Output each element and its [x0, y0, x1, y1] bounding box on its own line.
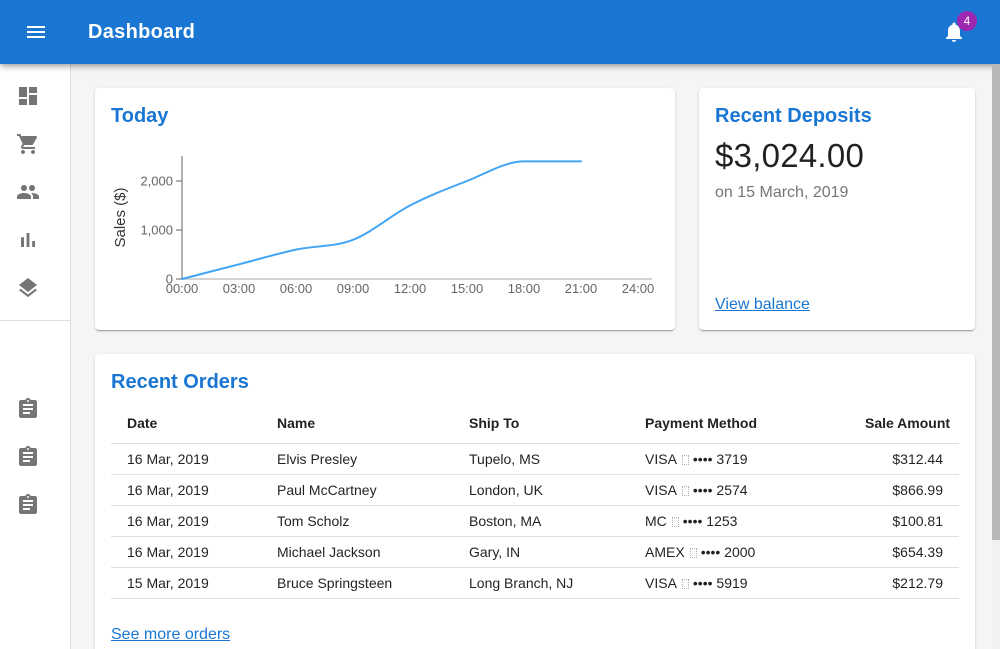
order-name: Michael Jackson [261, 537, 453, 568]
missing-glyph-box [690, 548, 697, 558]
menu-icon [24, 20, 48, 44]
sidebar-item-people[interactable] [0, 168, 70, 216]
view-balance-link[interactable]: View balance [715, 296, 810, 313]
sidebar-subheader-space [0, 321, 70, 377]
svg-text:09:00: 09:00 [337, 281, 370, 296]
sales-line-series [182, 161, 581, 279]
order-amount: $654.39 [849, 537, 959, 568]
table-row: 16 Mar, 2019 Elvis Presley Tupelo, MS VI… [111, 444, 959, 475]
table-row: 16 Mar, 2019 Michael Jackson Gary, IN AM… [111, 537, 959, 568]
svg-text:24:00: 24:00 [622, 281, 655, 296]
column-header-sale-amount: Sale Amount [849, 400, 959, 444]
svg-text:18:00: 18:00 [508, 281, 541, 296]
svg-text:00:00: 00:00 [166, 281, 199, 296]
table-row: 16 Mar, 2019 Paul McCartney London, UK V… [111, 475, 959, 506]
recent-orders-card: Recent Orders Date Name Ship To Payment … [95, 354, 975, 649]
svg-text:21:00: 21:00 [565, 281, 598, 296]
order-name: Paul McCartney [261, 475, 453, 506]
order-ship-to: Long Branch, NJ [453, 568, 629, 599]
svg-text:15:00: 15:00 [451, 281, 484, 296]
vertical-scrollbar-track [992, 64, 1000, 649]
order-payment: MC•••• 1253 [629, 506, 849, 537]
order-amount: $212.79 [849, 568, 959, 599]
order-ship-to: Tupelo, MS [453, 444, 629, 475]
column-header-ship-to: Ship To [453, 400, 629, 444]
svg-text:12:00: 12:00 [394, 281, 427, 296]
order-amount: $100.81 [849, 506, 959, 537]
page-title: Dashboard [88, 21, 930, 44]
order-ship-to: London, UK [453, 475, 629, 506]
layers-icon [16, 276, 40, 300]
shopping-cart-icon [16, 132, 40, 156]
order-ship-to: Gary, IN [453, 537, 629, 568]
order-date: 15 Mar, 2019 [111, 568, 261, 599]
column-header-name: Name [261, 400, 453, 444]
missing-glyph-box [682, 486, 689, 496]
svg-text:03:00: 03:00 [223, 281, 256, 296]
order-name: Bruce Springsteen [261, 568, 453, 599]
orders-table: Date Name Ship To Payment Method Sale Am… [111, 400, 959, 599]
missing-glyph-box [672, 517, 679, 527]
assignment-icon [16, 493, 40, 517]
notifications-badge: 4 [957, 11, 977, 31]
order-date: 16 Mar, 2019 [111, 475, 261, 506]
order-payment: AMEX•••• 2000 [629, 537, 849, 568]
svg-text:06:00: 06:00 [280, 281, 313, 296]
dashboard-icon [16, 84, 40, 108]
sales-chart-svg: 01,0002,00000:0003:0006:0009:0012:0015:0… [111, 141, 659, 299]
sidebar-main-list [0, 64, 70, 320]
order-amount: $866.99 [849, 475, 959, 506]
deposit-amount: $3,024.00 [715, 136, 959, 176]
order-name: Tom Scholz [261, 506, 453, 537]
bar-chart-icon [16, 228, 40, 252]
order-payment: VISA•••• 5919 [629, 568, 849, 599]
notifications-button[interactable]: 4 [930, 8, 978, 56]
recent-orders-title: Recent Orders [111, 370, 959, 394]
vertical-scrollbar-thumb[interactable] [992, 64, 1000, 540]
sidebar-item-layers[interactable] [0, 264, 70, 312]
sales-line-chart: 01,0002,00000:0003:0006:0009:0012:0015:0… [111, 141, 659, 304]
missing-glyph-box [682, 455, 689, 465]
missing-glyph-box [682, 579, 689, 589]
main-content: Today 01,0002,00000:0003:0006:0009:0012:… [71, 64, 1000, 649]
sidebar-item-assignment[interactable] [0, 433, 70, 481]
order-name: Elvis Presley [261, 444, 453, 475]
table-row: 16 Mar, 2019 Tom Scholz Boston, MA MC•••… [111, 506, 959, 537]
order-date: 16 Mar, 2019 [111, 444, 261, 475]
assignment-icon [16, 397, 40, 421]
orders-header-row: Date Name Ship To Payment Method Sale Am… [111, 400, 959, 444]
svg-text:1,000: 1,000 [140, 223, 173, 238]
recent-deposits-title: Recent Deposits [715, 104, 959, 128]
sidebar-item-assignment[interactable] [0, 385, 70, 433]
column-header-payment-method: Payment Method [629, 400, 849, 444]
today-card: Today 01,0002,00000:0003:0006:0009:0012:… [95, 88, 675, 330]
sidebar-secondary-list [0, 377, 70, 537]
order-ship-to: Boston, MA [453, 506, 629, 537]
deposit-date: on 15 March, 2019 [715, 181, 959, 205]
chart-y-axis-label: Sales ($) [112, 187, 129, 247]
order-date: 16 Mar, 2019 [111, 537, 261, 568]
menu-button[interactable] [12, 8, 60, 56]
column-header-date: Date [111, 400, 261, 444]
order-payment: VISA•••• 3719 [629, 444, 849, 475]
assignment-icon [16, 445, 40, 469]
recent-deposits-card: Recent Deposits $3,024.00 on 15 March, 2… [699, 88, 975, 330]
order-amount: $312.44 [849, 444, 959, 475]
sidebar-item-shopping-cart[interactable] [0, 120, 70, 168]
top-cards-row: Today 01,0002,00000:0003:0006:0009:0012:… [95, 88, 975, 330]
today-title: Today [111, 104, 659, 128]
see-more-orders-link[interactable]: See more orders [111, 625, 230, 644]
order-date: 16 Mar, 2019 [111, 506, 261, 537]
svg-text:2,000: 2,000 [140, 174, 173, 189]
sidebar [0, 64, 71, 649]
order-payment: VISA•••• 2574 [629, 475, 849, 506]
people-icon [16, 180, 40, 204]
app-bar: Dashboard 4 [0, 0, 1000, 64]
sidebar-item-dashboard[interactable] [0, 72, 70, 120]
sidebar-item-assignment[interactable] [0, 481, 70, 529]
deposits-spacer [715, 205, 959, 295]
sidebar-item-bar-chart[interactable] [0, 216, 70, 264]
table-row: 15 Mar, 2019 Bruce Springsteen Long Bran… [111, 568, 959, 599]
